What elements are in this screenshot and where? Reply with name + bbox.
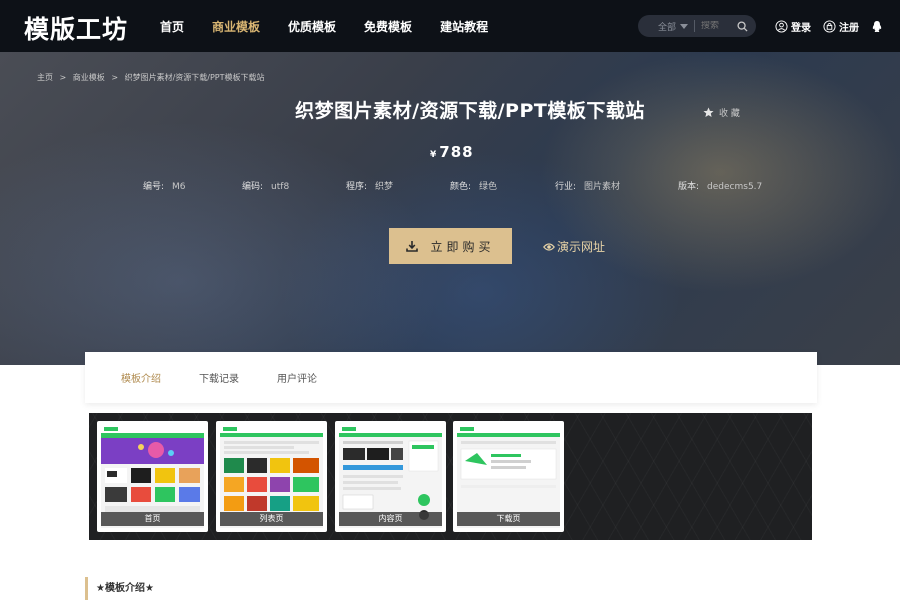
buy-label: 立即购买	[430, 239, 495, 254]
price: ¥788	[430, 142, 474, 161]
breadcrumb-home[interactable]: 主页	[37, 73, 53, 82]
nav-item-free[interactable]: 免费模板	[364, 18, 412, 35]
thumbnail-content[interactable]: 内容页	[335, 421, 446, 532]
search-input[interactable]	[701, 21, 732, 31]
page-title: 织梦图片素材/资源下载/PPT模板下载站	[295, 100, 645, 122]
buy-button[interactable]: 立即购买	[389, 228, 512, 264]
meta-value: 织梦	[375, 182, 394, 192]
chevron-down-icon	[680, 23, 689, 29]
thumbnail-label: 首页	[101, 512, 204, 526]
meta-key: 颜色:	[450, 182, 472, 192]
meta-key: 编号:	[143, 182, 165, 192]
search-divider	[694, 20, 696, 32]
meta-id: 编号: M6	[143, 179, 186, 192]
intro-heading: ★模板介绍★	[85, 577, 154, 600]
price-value: 788	[439, 143, 474, 161]
thumbnail-label: 内容页	[339, 512, 442, 526]
meta-value: 绿色	[479, 182, 498, 192]
breadcrumb-sep: >	[111, 73, 119, 82]
eye-icon	[543, 242, 555, 251]
breadcrumb-sep: >	[59, 73, 67, 82]
favorite-label: 收 藏	[719, 109, 740, 119]
meta-version: 版本: dedecms5.7	[678, 179, 762, 192]
meta-key: 编码:	[242, 182, 264, 192]
breadcrumb: 主页 > 商业模板 > 织梦图片素材/资源下载/PPT模板下载站	[37, 72, 269, 83]
meta-value: dedecms5.7	[707, 182, 763, 192]
search-scope-select[interactable]: 全部	[658, 20, 689, 33]
download-icon	[406, 241, 419, 252]
thumbnail-list[interactable]: 列表页	[216, 421, 327, 532]
meta-key: 版本:	[678, 182, 700, 192]
thumbnail-label: 下载页	[457, 512, 560, 526]
meta-program: 程序: 织梦	[346, 179, 393, 192]
breadcrumb-category[interactable]: 商业模板	[73, 73, 105, 82]
meta-industry: 行业: 图片素材	[555, 179, 620, 192]
meta-color: 颜色: 绿色	[450, 179, 497, 192]
thumbnail-label: 列表页	[220, 512, 323, 526]
thumbnail-download[interactable]: 下载页	[453, 421, 564, 532]
meta-value: 图片素材	[584, 182, 621, 192]
main-nav: 首页 商业模板 优质模板 免费模板 建站教程	[160, 0, 516, 52]
search-icon[interactable]	[735, 19, 749, 33]
meta-value: utf8	[271, 182, 290, 192]
register-label: 注册	[839, 22, 859, 34]
login-link[interactable]: 登录	[775, 0, 811, 52]
register-icon	[823, 19, 836, 33]
nav-item-home[interactable]: 首页	[160, 18, 184, 35]
demo-link[interactable]: 演示网址	[543, 238, 605, 255]
breadcrumb-current: 织梦图片素材/资源下载/PPT模板下载站	[124, 73, 265, 82]
tab-downloads[interactable]: 下载记录	[199, 370, 239, 385]
top-navbar: 模版工坊 首页 商业模板 优质模板 免费模板 建站教程 全部 登录 注册	[0, 0, 900, 52]
thumbnail-home[interactable]: 首页	[97, 421, 208, 532]
hero-banner: 主页 > 商业模板 > 织梦图片素材/资源下载/PPT模板下载站 织梦图片素材/…	[0, 52, 900, 365]
search-box: 全部	[638, 15, 756, 37]
nav-item-premium[interactable]: 优质模板	[288, 18, 336, 35]
demo-label: 演示网址	[557, 240, 606, 254]
meta-value: M6	[172, 182, 186, 192]
preview-gallery: 首页 列表页 内容页 下载页	[89, 413, 812, 540]
star-icon	[703, 107, 714, 117]
meta-key: 程序:	[346, 182, 368, 192]
tab-intro[interactable]: 模板介绍	[121, 370, 161, 385]
meta-key: 行业:	[555, 182, 577, 192]
detail-tabs: 模板介绍 下载记录 用户评论	[85, 352, 817, 403]
register-link[interactable]: 注册	[823, 0, 859, 52]
meta-encoding: 编码: utf8	[242, 179, 289, 192]
login-label: 登录	[791, 22, 811, 34]
price-currency: ¥	[430, 150, 437, 160]
site-logo[interactable]: 模版工坊	[24, 10, 128, 46]
qq-icon[interactable]	[871, 0, 886, 52]
nav-item-tutorial[interactable]: 建站教程	[440, 18, 488, 35]
search-scope-value: 全部	[658, 22, 677, 33]
favorite-button[interactable]: 收 藏	[703, 106, 740, 119]
user-icon	[775, 19, 788, 33]
nav-item-commercial[interactable]: 商业模板	[212, 18, 260, 35]
tab-comments[interactable]: 用户评论	[277, 370, 317, 385]
